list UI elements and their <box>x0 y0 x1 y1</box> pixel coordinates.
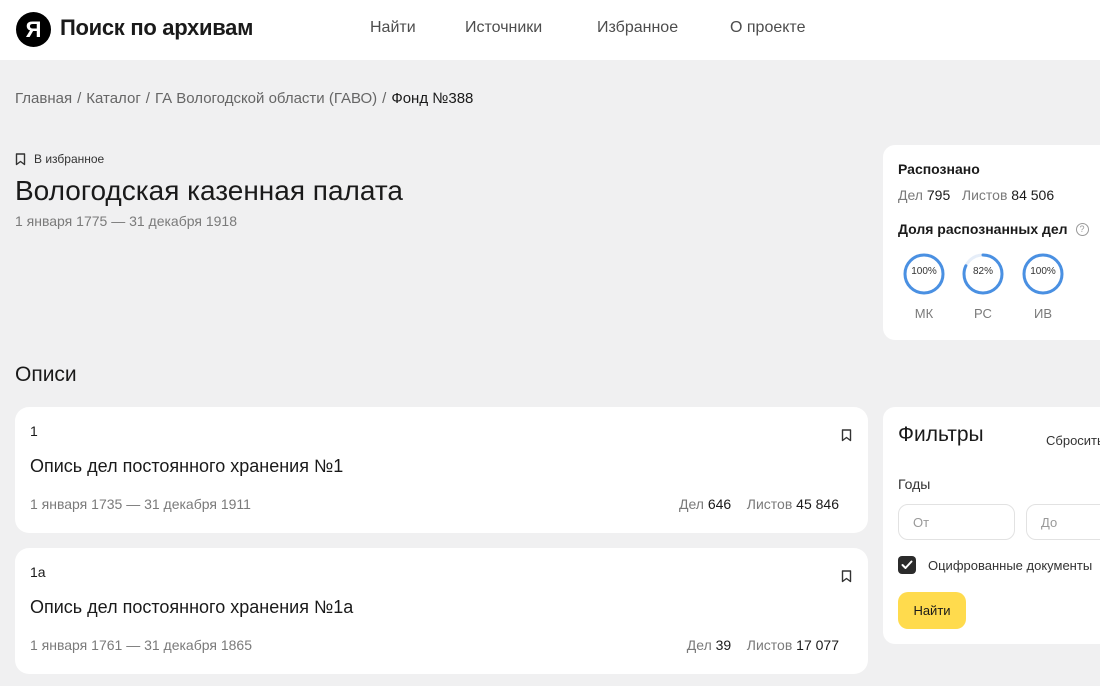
year-from-input[interactable]: От <box>898 504 1015 540</box>
inventory-number: 1а <box>30 564 46 580</box>
recognition-title: Распознано <box>898 161 980 177</box>
find-button[interactable]: Найти <box>898 592 966 629</box>
cases-label: Дел <box>898 187 923 203</box>
nav-about[interactable]: О проекте <box>730 19 805 37</box>
breadcrumb-separator: / <box>77 90 82 107</box>
reset-filters-button[interactable]: Сбросить <box>1046 433 1100 448</box>
gauge-value: 100% <box>1030 266 1056 277</box>
cases-value: 39 <box>715 637 732 653</box>
inventories-heading: Описи <box>15 363 77 386</box>
add-to-favorites-button[interactable]: В избранное <box>15 152 104 166</box>
help-icon[interactable]: ? <box>1075 222 1089 236</box>
checkbox-checked-icon[interactable] <box>898 556 916 574</box>
breadcrumb-catalog[interactable]: Каталог <box>86 90 141 107</box>
bookmark-button[interactable] <box>841 570 852 588</box>
year-to-input[interactable]: До <box>1026 504 1100 540</box>
nav-find[interactable]: Найти <box>370 19 416 37</box>
cases-label: Дел <box>678 496 704 512</box>
gauge-label: ИВ <box>1033 306 1052 321</box>
gauge-value: 100% <box>911 266 937 277</box>
digitized-label: Оцифрованные документы <box>928 557 1093 573</box>
cases-value: 795 <box>926 187 951 203</box>
inventory-card[interactable]: 1а Опись дел постоянного хранения №1а 1 … <box>15 548 868 674</box>
breadcrumb-home[interactable]: Главная <box>15 90 72 107</box>
gauge-mk: 100% МК <box>902 252 946 321</box>
recognition-card: Распознано Дел 795 Листов 84 506 Доля ра… <box>883 145 1100 340</box>
inventory-title-link[interactable]: Опись дел постоянного хранения №1 <box>30 456 343 477</box>
inventory-title-link[interactable]: Опись дел постоянного хранения №1а <box>30 597 353 618</box>
gauge-label: РС <box>974 306 992 321</box>
gauge-rs: 82% РС <box>961 252 1005 321</box>
bookmark-button[interactable] <box>841 429 852 447</box>
sheets-value: 45 846 <box>796 496 839 512</box>
filters-panel: Фильтры Сбросить Годы От До Оцифрованные… <box>883 407 1100 644</box>
breadcrumb-separator: / <box>145 90 150 107</box>
sheets-value: 17 077 <box>796 637 839 653</box>
logo-icon[interactable]: Я <box>16 12 51 47</box>
share-title-text: Доля распознанных дел <box>898 221 1068 237</box>
digitized-checkbox[interactable]: Оцифрованные документы <box>898 556 1092 574</box>
inventory-card[interactable]: 1 Опись дел постоянного хранения №1 1 ян… <box>15 407 868 533</box>
gauge-value: 82% <box>972 266 993 277</box>
page-title: Вологодская казенная палата <box>15 175 403 206</box>
app-title[interactable]: Поиск по архивам <box>60 15 253 41</box>
filters-title: Фильтры <box>898 423 984 446</box>
inventory-stats: Дел 646 Листов 45 846 <box>679 496 839 512</box>
years-label: Годы <box>898 476 931 492</box>
bookmark-icon <box>841 429 852 442</box>
breadcrumb-archive[interactable]: ГА Вологодской области (ГАВО) <box>155 90 377 107</box>
gauge-label: МК <box>914 306 934 321</box>
recognition-stats: Дел 795 Листов 84 506 <box>898 187 1054 203</box>
breadcrumb: Главная / Каталог / ГА Вологодской области (… <box>15 90 473 107</box>
nav-favorites[interactable]: Избранное <box>597 19 678 37</box>
cases-label: Дел <box>686 637 712 653</box>
bookmark-icon <box>841 570 852 583</box>
breadcrumb-current: Фонд №388 <box>391 90 474 107</box>
fund-dates: 1 января 1775 — 31 декабря 1918 <box>15 213 237 229</box>
bookmark-icon <box>15 152 26 165</box>
nav-sources[interactable]: Источники <box>465 19 542 37</box>
favorites-label: В избранное <box>34 152 105 166</box>
gauge-iv: 100% ИВ <box>1021 252 1065 321</box>
sheets-label: Листов <box>961 187 1008 203</box>
inventory-stats: Дел 39 Листов 17 077 <box>687 637 839 653</box>
inventory-number: 1 <box>30 423 38 439</box>
recognition-share-title: Доля распознанных дел ? <box>898 221 1089 237</box>
sheets-label: Листов <box>746 496 793 512</box>
sheets-label: Листов <box>746 637 793 653</box>
inventory-dates: 1 января 1761 — 31 декабря 1865 <box>30 637 252 653</box>
sheets-value: 84 506 <box>1011 187 1055 203</box>
cases-value: 646 <box>707 496 732 512</box>
top-header: Я Поиск по архивам Найти Источники Избра… <box>0 0 1100 60</box>
inventory-dates: 1 января 1735 — 31 декабря 1911 <box>30 496 251 512</box>
breadcrumb-separator: / <box>382 90 387 107</box>
